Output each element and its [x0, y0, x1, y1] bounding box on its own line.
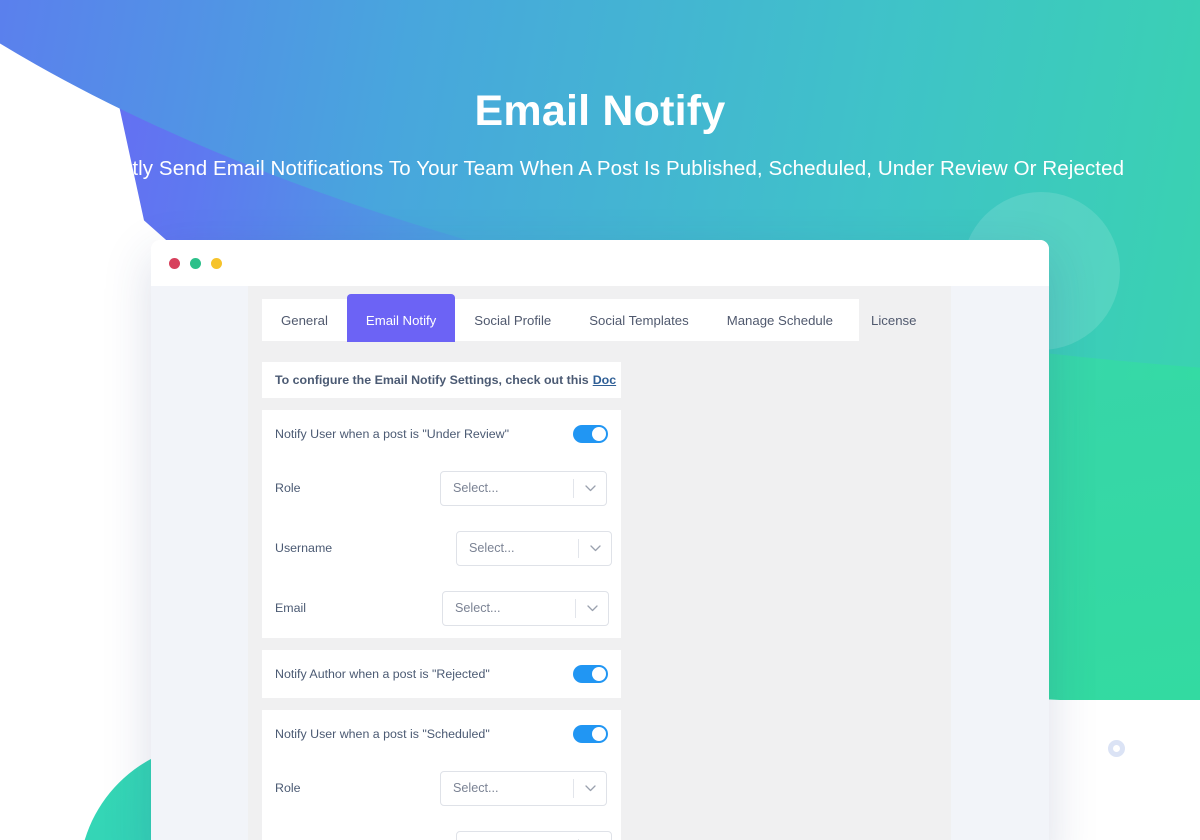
ring-decoration: [1108, 740, 1125, 757]
chevron-down-icon[interactable]: [574, 784, 606, 792]
settings-card: Notify User when a post is "Under Review…: [262, 410, 621, 638]
notification-toggle-label: Notify User when a post is "Scheduled": [275, 727, 490, 741]
select-dropdown[interactable]: Select...: [440, 470, 607, 506]
page-subtitle: Instantly Send Email Notifications To Yo…: [75, 157, 1125, 181]
browser-window: General Email Notify Social Profile Social …: [151, 240, 1049, 840]
settings-card: Notify User when a post is "Scheduled" Ro…: [262, 710, 621, 840]
doc-link[interactable]: Doc: [593, 373, 616, 387]
tab-social-templates[interactable]: Social Templates: [570, 299, 707, 341]
select-value: Select...: [453, 781, 499, 795]
field-label: Email: [275, 601, 306, 615]
notification-toggle-row: Notify Author when a post is "Rejected": [275, 650, 608, 698]
select-dropdown[interactable]: Select...: [456, 830, 612, 840]
field-row: Username Select...: [275, 518, 612, 578]
tab-general[interactable]: General: [262, 299, 347, 341]
field-label: Role: [275, 481, 301, 495]
field-row: Role Select...: [275, 458, 608, 518]
tab-manage-schedule[interactable]: Manage Schedule: [708, 299, 852, 341]
field-row: UsernameSelect...: [275, 818, 612, 840]
admin-sidebar-rail: [151, 286, 248, 840]
window-close-dot[interactable]: [169, 257, 180, 269]
select-dropdown[interactable]: Select...: [456, 530, 612, 566]
notice-text: To configure the Email Notify Settings, …: [275, 373, 589, 387]
notification-toggle-switch[interactable]: [573, 665, 608, 683]
settings-card: Notify Author when a post is "Rejected": [262, 650, 621, 698]
settings-panel: General Email Notify Social Profile Social …: [248, 286, 951, 840]
admin-panel-tail: [951, 286, 1049, 840]
field-label: Role: [275, 781, 301, 795]
notification-toggle-label: Notify User when a post is "Under Review…: [275, 427, 509, 441]
select-value: Select...: [455, 601, 501, 615]
select-value: Select...: [453, 481, 499, 495]
window-titlebar: [151, 240, 1049, 286]
field-row: Email Select...: [275, 578, 609, 638]
select-value: Select...: [469, 541, 515, 555]
window-minimize-dot[interactable]: [190, 257, 201, 269]
settings-sections: Notify User when a post is "Under Review…: [262, 410, 951, 840]
field-row: Role Select...: [275, 758, 608, 818]
chevron-down-icon[interactable]: [579, 544, 611, 552]
notification-toggle-switch[interactable]: [573, 425, 608, 443]
chevron-down-icon[interactable]: [576, 604, 608, 612]
notification-toggle-row: Notify User when a post is "Scheduled": [275, 710, 608, 758]
settings-tabbar: General Email Notify Social Profile Social …: [262, 294, 916, 341]
settings-notice: To configure the Email Notify Settings, …: [262, 362, 621, 398]
notification-toggle-switch[interactable]: [573, 725, 608, 743]
window-content: General Email Notify Social Profile Social …: [151, 286, 1049, 840]
select-dropdown[interactable]: Select...: [442, 590, 609, 626]
hero-header: Email Notify Instantly Send Email Notifi…: [0, 0, 1200, 185]
field-label: Username: [275, 541, 333, 555]
tab-social-profile[interactable]: Social Profile: [455, 299, 570, 341]
notification-toggle-label: Notify Author when a post is "Rejected": [275, 667, 490, 681]
window-maximize-dot[interactable]: [211, 257, 222, 269]
notification-toggle-row: Notify User when a post is "Under Review…: [275, 410, 608, 458]
select-dropdown[interactable]: Select...: [440, 770, 607, 806]
page-title: Email Notify: [474, 87, 726, 135]
chevron-down-icon[interactable]: [574, 484, 606, 492]
tab-email-notify[interactable]: Email Notify: [346, 294, 456, 341]
tab-license[interactable]: License: [852, 299, 935, 341]
